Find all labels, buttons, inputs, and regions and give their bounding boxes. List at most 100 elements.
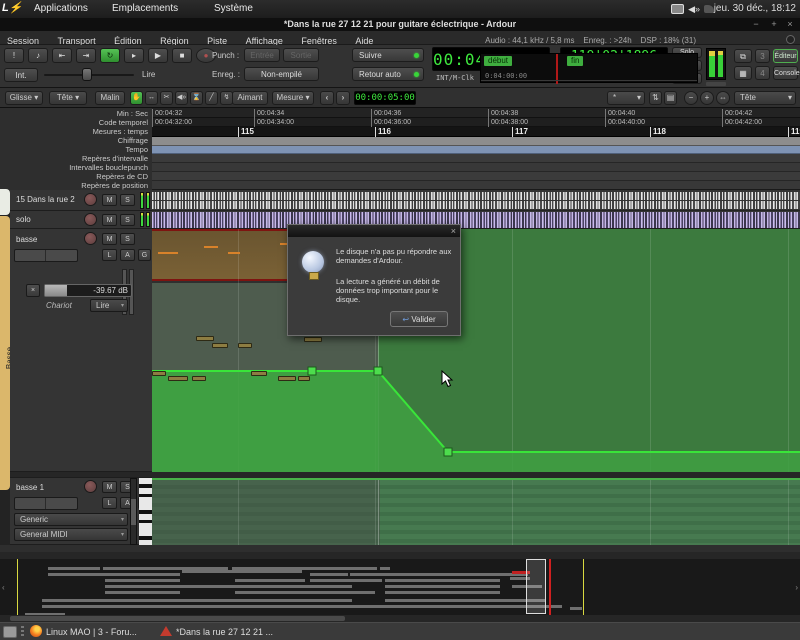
summary-left-arrow[interactable]: ‹ (2, 583, 5, 592)
midi-note[interactable] (304, 337, 322, 342)
zoom-in-button[interactable]: + (700, 91, 714, 105)
system-tray[interactable]: ◀» (671, 2, 714, 16)
distro-logo-icon[interactable]: L⚡ (2, 1, 24, 17)
crop-view-button[interactable]: ⧉ (734, 49, 752, 63)
mixer-button[interactable]: Console (773, 66, 798, 80)
basse1-mute-button[interactable]: M (102, 481, 117, 493)
midi-note[interactable] (251, 371, 267, 376)
midi-note[interactable] (152, 371, 166, 376)
valider-button[interactable]: ↩ Valider (390, 311, 448, 327)
menu-systeme[interactable]: Système (206, 0, 261, 18)
summary-view-rectangle[interactable] (526, 559, 546, 614)
nudge-back-button[interactable]: ‹ (320, 91, 334, 105)
midi-note[interactable] (278, 376, 296, 381)
track2-name[interactable]: solo (16, 215, 31, 224)
track2-rec-button[interactable] (84, 213, 97, 226)
tab-basse[interactable]: Basse (0, 216, 10, 490)
midi-scroomer[interactable] (130, 478, 137, 545)
group-3-button[interactable]: 3 (755, 49, 770, 63)
midi-note[interactable] (238, 343, 252, 348)
track1-rec-button[interactable] (84, 193, 97, 206)
basse-l-button[interactable]: L (102, 249, 117, 261)
snap-unit-dropdown[interactable]: Mesure ▾ (272, 91, 314, 105)
window-titlebar[interactable]: *Dans la rue 27 12 21 pour guitare éclec… (0, 18, 800, 31)
basse-g-button[interactable]: G (138, 249, 151, 261)
basse-a-button[interactable]: A (120, 249, 135, 261)
dialog-titlebar[interactable]: × (288, 225, 460, 237)
midi-note-muted[interactable] (204, 246, 218, 248)
group-4-button[interactable]: 4 (755, 66, 770, 80)
tab-regions[interactable] (0, 189, 10, 215)
ruler-loop-punch[interactable] (152, 163, 800, 172)
network-icon[interactable] (704, 5, 714, 13)
ruler-cd-markers[interactable] (152, 172, 800, 181)
disk-error-dialog[interactable]: × Le disque n'a pas pu répondre aux dema… (287, 224, 461, 336)
scrollbar-handle[interactable] (10, 616, 345, 621)
edit-mode-dropdown[interactable]: Glisse ▾ (5, 91, 43, 105)
marker-dropdown[interactable]: * ▾ (607, 91, 645, 105)
range-tool[interactable]: ↔ (145, 91, 158, 105)
midi-note[interactable] (196, 336, 214, 341)
record-mode-button[interactable]: Non-empilé (244, 67, 319, 81)
zoom-session-icon[interactable]: ▤ (664, 91, 677, 105)
midi-note-muted[interactable] (228, 252, 240, 254)
basse-mute-button[interactable]: M (102, 233, 117, 245)
basse-rec-button[interactable] (84, 232, 97, 245)
midi-note[interactable] (168, 376, 188, 381)
basse1-gain-slider[interactable] (14, 497, 78, 510)
strip-view-button[interactable]: ▦ (734, 66, 752, 80)
automation-close-button[interactable]: × (26, 284, 40, 297)
midi-note-muted[interactable] (158, 252, 178, 254)
snap-button[interactable]: Aimant (232, 91, 268, 105)
auto-return-button[interactable]: Retour auto (352, 67, 424, 81)
horizontal-scrollbar[interactable] (0, 615, 800, 622)
close-button[interactable]: × (782, 18, 798, 31)
edit-point-dropdown[interactable]: Tête ▾ (49, 91, 87, 105)
stop-button[interactable]: ■ (172, 48, 192, 63)
shuttle-handle[interactable] (82, 68, 92, 81)
editor-canvas[interactable] (152, 190, 800, 545)
audition-tool[interactable]: ◀» (175, 91, 188, 105)
nudge-forward-button[interactable]: › (336, 91, 350, 105)
nudge-clock[interactable]: 00:00:05:00 (354, 91, 416, 105)
zoom-fit-button[interactable]: ⇔ (716, 91, 730, 105)
track1-name[interactable]: 15 Dans la rue 2 (16, 195, 75, 204)
timefx-tool[interactable]: ⌛ (190, 91, 203, 105)
show-desktop-button[interactable] (3, 626, 17, 638)
play-selection-button[interactable]: ▸ (124, 48, 144, 63)
basse1-l-button[interactable]: L (102, 497, 117, 509)
midi-mode-dropdown[interactable]: General MIDI (14, 528, 128, 541)
mini-timeline[interactable]: début fin 0:04:00:00 (480, 53, 698, 83)
midi-note[interactable] (298, 376, 310, 381)
start-marker[interactable]: début (484, 56, 512, 66)
automation-fader[interactable]: -39.67 dB (44, 284, 132, 297)
sync-source-dropdown[interactable]: Int. (4, 68, 38, 82)
dialog-close-icon[interactable]: × (451, 225, 456, 237)
punch-out-button[interactable]: Sortie (283, 48, 319, 62)
basse1-name[interactable]: basse 1 (16, 483, 44, 492)
display-icon[interactable] (671, 4, 684, 14)
basse-solo-button[interactable]: S (120, 233, 135, 245)
end-marker[interactable]: fin (567, 56, 583, 66)
basse-gain-slider[interactable] (14, 249, 78, 262)
goto-end-button[interactable]: ⇥ (76, 48, 96, 63)
goto-start-button[interactable]: ⇤ (52, 48, 72, 63)
minimize-button[interactable]: − (748, 18, 764, 31)
track1-solo-button[interactable]: S (120, 194, 135, 206)
task-ardour[interactable]: *Dans la rue 27 12 21 ... (160, 625, 273, 639)
metronome-button[interactable]: ♪ (28, 48, 48, 63)
track2-solo-button[interactable]: S (120, 214, 135, 226)
menu-applications[interactable]: Applications (26, 0, 96, 18)
ruler-meter[interactable] (152, 137, 800, 146)
midi-device-dropdown[interactable]: Generic (14, 513, 128, 526)
midi-note[interactable] (212, 343, 228, 348)
automation-mode-dropdown[interactable]: Lire (90, 299, 128, 312)
track-header-basse1[interactable]: basse 1 M S L A G Generic General MIDI (10, 478, 152, 545)
ruler-timecode[interactable]: 00:04:32:0000:04:34:0000:04:36:0000:04:3… (152, 118, 800, 127)
volume-icon[interactable]: ◀» (688, 4, 700, 15)
track-header-1[interactable]: 15 Dans la rue 2 M S (10, 190, 152, 211)
ruler-range-markers[interactable] (152, 154, 800, 163)
menu-emplacements[interactable]: Emplacements (104, 0, 186, 18)
ruler-tempo[interactable] (152, 146, 800, 154)
maximize-button[interactable]: + (766, 18, 782, 31)
